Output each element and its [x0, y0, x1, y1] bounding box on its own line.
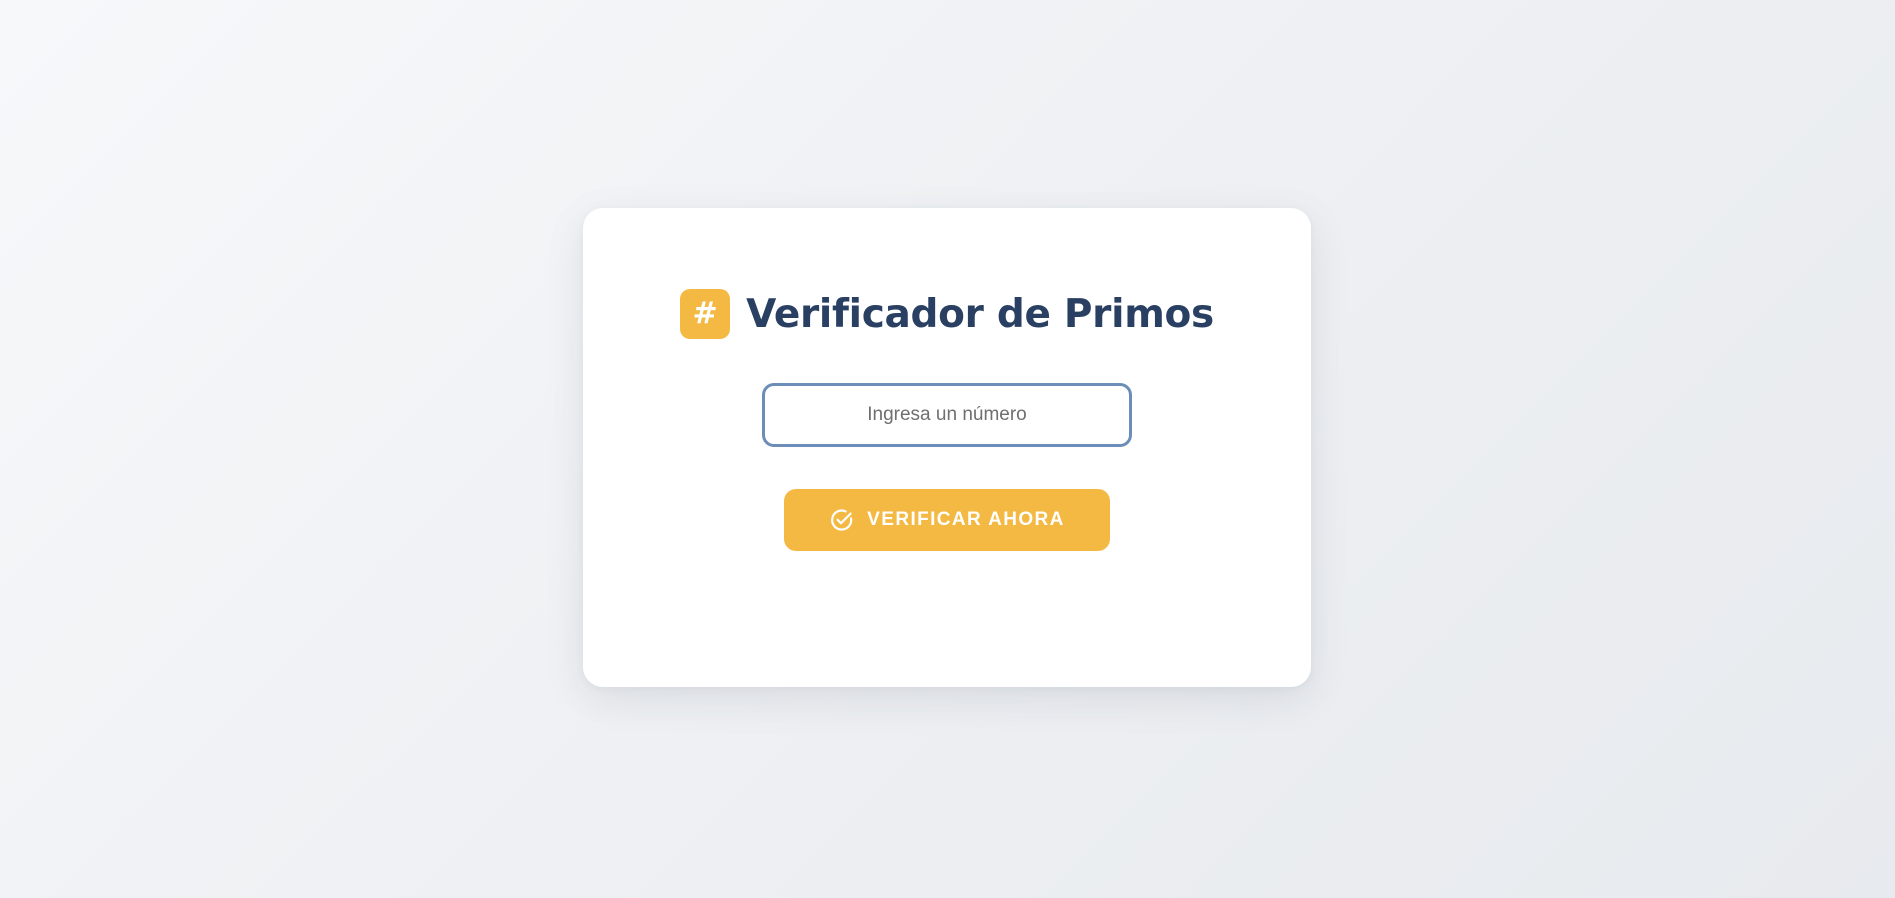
hash-icon: # [680, 289, 731, 339]
check-circle-icon [829, 507, 855, 533]
page-title: Verificador de Primos [746, 291, 1214, 337]
verifier-card: # Verificador de Primos VERIFICAR AHORA [583, 208, 1311, 687]
number-input[interactable] [762, 383, 1132, 447]
header: # Verificador de Primos [583, 288, 1311, 340]
verify-button-label: VERIFICAR AHORA [867, 509, 1065, 530]
verify-button[interactable]: VERIFICAR AHORA [784, 489, 1110, 551]
